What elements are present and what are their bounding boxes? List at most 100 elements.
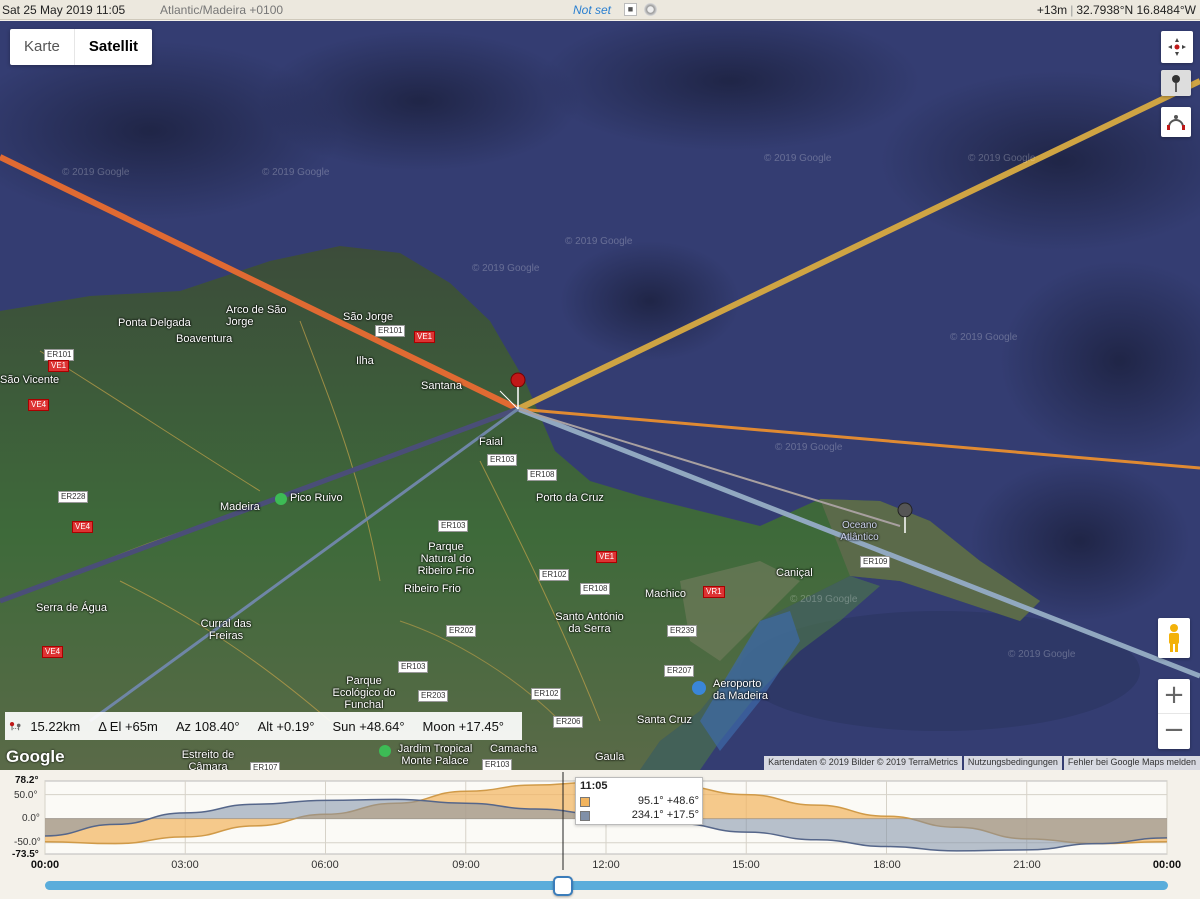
map-type-control: Karte Satellit <box>10 29 153 65</box>
sun-altitude-value: Sun +48.64° <box>332 718 405 734</box>
place-label: Faial <box>479 436 503 448</box>
place-label: Porto da Cruz <box>536 492 604 504</box>
pin-icon <box>1172 75 1180 92</box>
map-type-karte-button[interactable]: Karte <box>10 29 74 65</box>
google-logo[interactable]: Google <box>6 747 65 767</box>
pin-button[interactable] <box>1161 70 1191 96</box>
moon-altitude-value: Moon +17.45° <box>422 718 504 734</box>
place-label: Gaula <box>595 751 625 763</box>
place-label: Estreito de Câmara <box>181 749 235 770</box>
map-watermark: © 2019 Google <box>565 236 633 247</box>
not-set-link[interactable]: Not set <box>573 3 611 17</box>
map-type-satellit-button[interactable]: Satellit <box>73 29 152 65</box>
road-label: ER102 <box>539 569 570 581</box>
datetime-label[interactable]: Sat 25 May 2019 11:05 <box>2 3 125 17</box>
target-pin-icon <box>897 502 913 518</box>
x-tick-label: 06:00 <box>311 859 339 871</box>
place-label: Curral das Freiras <box>200 618 252 642</box>
lock-icon[interactable]: ■ <box>624 3 637 16</box>
place-label[interactable]: Aeroporto da Madeira <box>713 678 773 702</box>
tooltip-sun-row: 95.1° +48.6° <box>637 795 699 807</box>
road-label: ER109 <box>860 556 891 568</box>
map-footer: Kartendaten © 2019 Bilder © 2019 TerraMe… <box>762 756 1200 770</box>
elevation-label: +13m <box>1036 3 1068 17</box>
map-view[interactable]: © 2019 Google © 2019 Google © 2019 Googl… <box>0 21 1200 770</box>
place-label: Santo António da Serra <box>555 611 624 635</box>
chart-tooltip: 11:05 95.1° +48.6° 234.1° +17.5° <box>575 777 703 825</box>
location-readout: +13m | 32.7938°N 16.8484°W <box>1036 3 1196 17</box>
elevation-chart[interactable]: 78.2° 50.0° 0.0° -50.0° -73.5° 00:00 03:… <box>0 770 1200 899</box>
place-label: São Vicente <box>0 374 60 386</box>
road-label: VE1 <box>48 360 70 372</box>
y-tick-label: 78.2° <box>15 775 39 786</box>
zoom-control: + − <box>1158 679 1190 749</box>
map-watermark: © 2019 Google <box>764 153 832 164</box>
map-watermark: © 2019 Google <box>968 153 1036 164</box>
sun-swatch-icon <box>580 797 590 807</box>
place-label: Arco de São Jorge <box>226 304 287 328</box>
place-label[interactable]: Parque Natural do Ribeiro Frio <box>410 541 482 577</box>
delta-elevation-value: Δ El +65m <box>98 718 158 734</box>
road-label: ER101 <box>375 325 406 337</box>
place-label: Ilha <box>356 355 374 367</box>
road-label: ER206 <box>553 716 584 728</box>
map-watermark: © 2019 Google <box>775 442 843 453</box>
report-error-link[interactable]: Fehler bei Google Maps melden <box>1063 756 1200 770</box>
y-tick-label: 50.0° <box>14 790 38 801</box>
pegman-icon <box>1169 624 1179 652</box>
compass-button[interactable] <box>1161 107 1191 137</box>
place-label[interactable]: Parque Ecológico do Funchal <box>330 675 398 711</box>
map-watermark: © 2019 Google <box>262 167 330 178</box>
fullscreen-button[interactable] <box>1161 31 1193 63</box>
street-view-button[interactable] <box>1158 618 1190 658</box>
map-attribution: Kartendaten © 2019 Bilder © 2019 TerraMe… <box>764 756 962 770</box>
tooltip-time: 11:05 <box>580 780 608 792</box>
map-watermark: © 2019 Google <box>790 594 858 605</box>
top-bar: Sat 25 May 2019 11:05 Atlantic/Madeira +… <box>0 0 1200 20</box>
zoom-out-button[interactable]: − <box>1158 714 1190 749</box>
place-label[interactable]: Jardim Tropical Monte Palace <box>394 743 476 767</box>
place-label: Serra de Água <box>36 602 107 614</box>
x-tick-label: 21:00 <box>1013 859 1041 871</box>
place-label: Caniçal <box>776 567 813 579</box>
map-watermark: © 2019 Google <box>62 167 130 178</box>
place-label: Boaventura <box>176 333 233 345</box>
place-label: Machico <box>645 588 686 600</box>
road-label: VE4 <box>42 646 64 658</box>
road-label: VR1 <box>703 586 725 598</box>
road-label: ER103 <box>482 759 513 770</box>
place-label: Ponta Delgada <box>118 317 191 329</box>
time-slider-handle[interactable] <box>552 876 573 896</box>
x-tick-label: 18:00 <box>873 859 901 871</box>
moon-swatch-icon <box>580 811 590 821</box>
place-label: São Jorge <box>343 311 394 323</box>
road-label: ER102 <box>531 688 562 700</box>
terms-link[interactable]: Nutzungsbedingungen <box>963 756 1062 770</box>
zoom-in-button[interactable]: + <box>1158 679 1190 714</box>
observer-pin-icon <box>510 372 526 388</box>
x-tick-label: 03:00 <box>171 859 199 871</box>
road-label: VE4 <box>72 521 94 533</box>
time-slider-track[interactable] <box>45 881 1168 890</box>
road-label: ER202 <box>446 625 477 637</box>
y-tick-label: 0.0° <box>22 813 40 824</box>
road-label: ER203 <box>418 690 449 702</box>
azimuth-value: Az 108.40° <box>175 718 240 734</box>
measurement-bar: 15.22km Δ El +65m Az 108.40° Alt +0.19° … <box>5 712 522 740</box>
altitude-value: Alt +0.19° <box>257 718 315 734</box>
road-label: VE4 <box>28 399 50 411</box>
place-label[interactable]: Pico Ruivo <box>290 492 343 504</box>
road-label: ER103 <box>398 661 429 673</box>
road-label: ER107 <box>250 762 281 770</box>
y-tick-label: -50.0° <box>14 837 41 848</box>
map-watermark: © 2019 Google <box>950 332 1018 343</box>
road-label: ER239 <box>667 625 698 637</box>
x-tick-label: 15:00 <box>732 859 760 871</box>
place-label: Madeira <box>220 501 260 513</box>
place-label: Ribeiro Frio <box>404 583 461 595</box>
target-icon[interactable] <box>644 3 657 16</box>
road-label: ER103 <box>487 454 518 466</box>
road-label: VE1 <box>596 551 618 563</box>
coordinates-label: 32.7938°N 16.8484°W <box>1076 3 1196 17</box>
x-tick-label: 00:00 <box>1152 859 1182 871</box>
